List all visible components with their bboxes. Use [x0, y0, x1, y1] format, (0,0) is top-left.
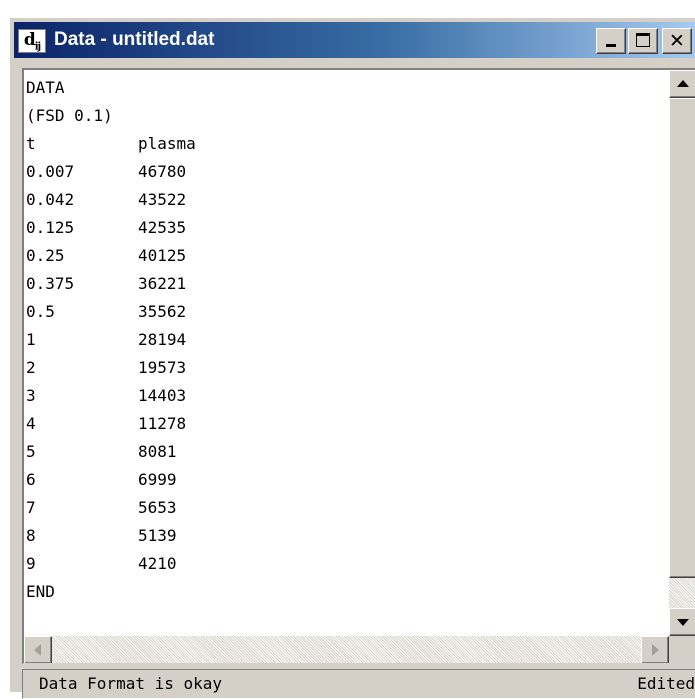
- text-line: 9 4210: [26, 550, 666, 578]
- line-second-field: 5653: [138, 498, 177, 517]
- text-line: (FSD 0.1): [26, 102, 666, 130]
- text-line: 7 5653: [26, 494, 666, 522]
- line-second-field: 6999: [138, 470, 177, 489]
- line-second-field: 8081: [138, 442, 177, 461]
- text-line: 2 19573: [26, 354, 666, 382]
- data-window: dij Data - untitled.dat ✕ DATA (FSD 0.1) t…: [10, 18, 695, 699]
- text-line: 6 6999: [26, 466, 666, 494]
- line-first-field: 0.375: [26, 274, 75, 293]
- text-line: 0.007 46780: [26, 158, 666, 186]
- vertical-scroll-thumb[interactable]: [669, 98, 695, 578]
- line-first-field: 0.125: [26, 218, 75, 237]
- arrow-right-icon: [652, 644, 659, 656]
- line-first-field: 4: [26, 414, 36, 433]
- line-first-field: 5: [26, 442, 36, 461]
- line-second-field: 35562: [138, 302, 187, 321]
- line-first-field: 7: [26, 498, 36, 517]
- vertical-scrollbar[interactable]: [669, 70, 695, 636]
- minimize-icon: [606, 44, 616, 47]
- app-icon[interactable]: dij: [18, 29, 46, 53]
- line-second-field: 40125: [138, 246, 187, 265]
- app-icon-subscript: ij: [34, 41, 42, 53]
- editor-pane[interactable]: DATA (FSD 0.1) t plasma 0.007 46780 0.042 43522…: [22, 68, 695, 664]
- text-line: 0.042 43522: [26, 186, 666, 214]
- line-first-field: 6: [26, 470, 36, 489]
- status-bar: Data Format is okay Edited: [22, 669, 695, 699]
- text-line: DATA: [26, 74, 666, 102]
- line-first-field: (FSD 0.1): [26, 106, 113, 125]
- text-line: 3 14403: [26, 382, 666, 410]
- data-text-area[interactable]: DATA (FSD 0.1) t plasma 0.007 46780 0.042 43522…: [26, 74, 666, 624]
- line-second-field: 5139: [138, 526, 177, 545]
- title-bar[interactable]: dij Data - untitled.dat ✕: [14, 22, 695, 58]
- line-second-field: 19573: [138, 358, 187, 377]
- line-first-field: 1: [26, 330, 36, 349]
- text-line: 5 8081: [26, 438, 666, 466]
- line-second-field: 42535: [138, 218, 187, 237]
- scroll-up-button[interactable]: [669, 70, 695, 98]
- text-line: 4 11278: [26, 410, 666, 438]
- line-second-field: 14403: [138, 386, 187, 405]
- arrow-up-icon: [677, 80, 689, 87]
- scroll-down-button[interactable]: [669, 608, 695, 636]
- line-second-field: 36221: [138, 274, 187, 293]
- line-second-field: 43522: [138, 190, 187, 209]
- line-first-field: 2: [26, 358, 36, 377]
- edited-indicator: Edited: [637, 674, 695, 693]
- text-line: 0.375 36221: [26, 270, 666, 298]
- text-line: 8 5139: [26, 522, 666, 550]
- line-first-field: 8: [26, 526, 36, 545]
- line-second-field: 4210: [138, 554, 177, 573]
- status-message: Data Format is okay: [39, 674, 223, 693]
- maximize-icon: [636, 33, 650, 47]
- arrow-left-icon: [34, 644, 41, 656]
- line-first-field: 3: [26, 386, 36, 405]
- line-first-field: 0.25: [26, 246, 65, 265]
- line-second-field: plasma: [138, 134, 196, 153]
- maximize-button[interactable]: [628, 28, 658, 54]
- line-first-field: 0.5: [26, 302, 55, 321]
- minimize-button[interactable]: [596, 28, 626, 54]
- text-line: 0.5 35562: [26, 298, 666, 326]
- line-second-field: 28194: [138, 330, 187, 349]
- line-first-field: 0.007: [26, 162, 75, 181]
- text-line: END: [26, 578, 666, 606]
- text-line: 1 28194: [26, 326, 666, 354]
- scrollbar-corner: [669, 636, 695, 663]
- line-second-field: 46780: [138, 162, 187, 181]
- line-first-field: t: [26, 134, 36, 153]
- line-first-field: DATA: [26, 78, 65, 97]
- line-first-field: 0.042: [26, 190, 75, 209]
- scroll-right-button[interactable]: [641, 636, 669, 663]
- arrow-down-icon: [677, 619, 689, 626]
- scroll-left-button[interactable]: [24, 636, 52, 663]
- line-first-field: 9: [26, 554, 36, 573]
- app-icon-letter: d: [23, 30, 36, 50]
- horizontal-scrollbar[interactable]: [24, 636, 669, 663]
- line-second-field: 11278: [138, 414, 187, 433]
- window-title: Data - untitled.dat: [54, 29, 215, 50]
- text-line: 0.25 40125: [26, 242, 666, 270]
- text-line: 0.125 42535: [26, 214, 666, 242]
- text-line: t plasma: [26, 130, 666, 158]
- close-icon: ✕: [669, 30, 685, 52]
- close-button[interactable]: ✕: [662, 28, 692, 54]
- line-first-field: END: [26, 582, 55, 601]
